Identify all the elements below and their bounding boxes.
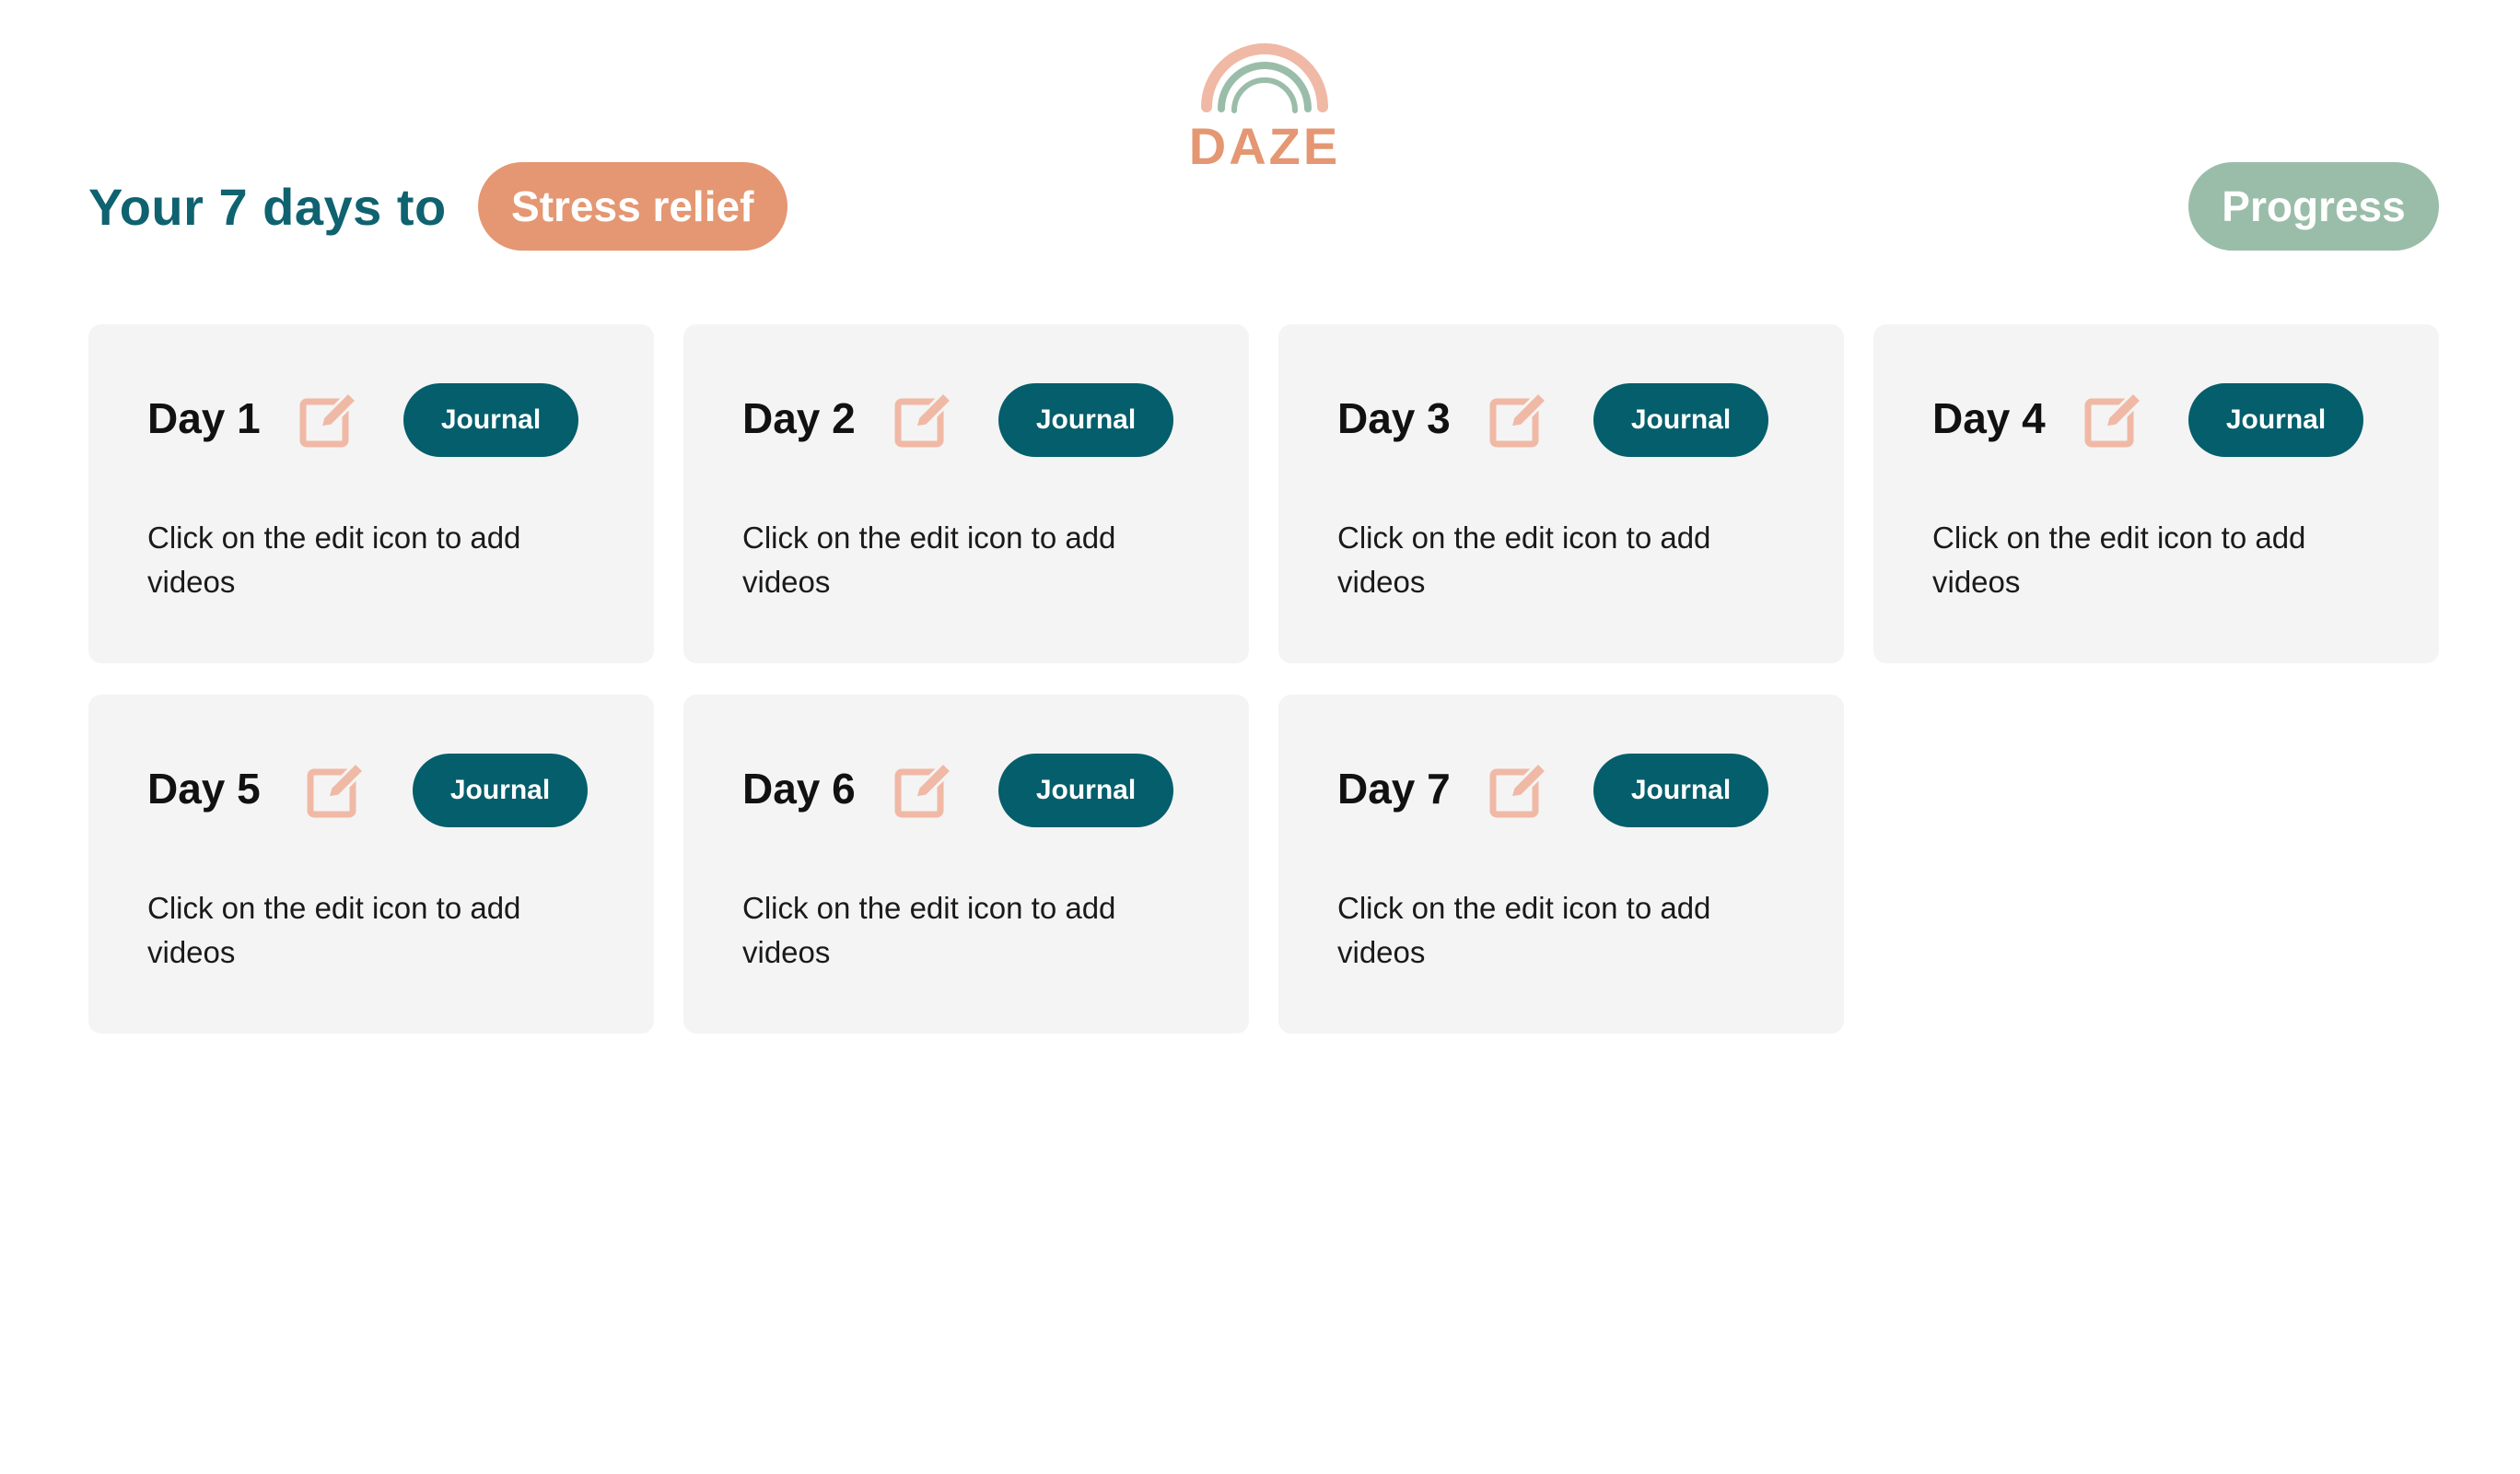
edit-icon[interactable] xyxy=(2083,387,2148,451)
journal-button[interactable]: Journal xyxy=(413,754,588,827)
edit-icon[interactable] xyxy=(306,757,370,822)
daze-logo[interactable]: DAZE xyxy=(1186,35,1343,173)
journal-button[interactable]: Journal xyxy=(1593,754,1768,827)
day-description: Click on the edit icon to add videos xyxy=(742,521,1116,599)
day-description: Click on the edit icon to add videos xyxy=(1337,891,1711,969)
day-card: Day 5 Journal Click on the edit icon to … xyxy=(88,695,654,1034)
page-title: Your 7 days to xyxy=(88,177,447,236)
day-title: Day 2 xyxy=(742,394,856,442)
edit-icon[interactable] xyxy=(893,387,958,451)
day-description: Click on the edit icon to add videos xyxy=(742,891,1116,969)
journal-button[interactable]: Journal xyxy=(998,754,1173,827)
day-title: Day 5 xyxy=(147,765,261,813)
edit-icon[interactable] xyxy=(1488,387,1553,451)
day-title: Day 4 xyxy=(1932,394,2046,442)
day-title: Day 7 xyxy=(1337,765,1451,813)
day-description: Click on the edit icon to add videos xyxy=(1337,521,1711,599)
rainbow-logo-icon: DAZE xyxy=(1189,43,1340,173)
page: DAZE Your 7 days to Stress relief Progre… xyxy=(0,0,2520,1474)
day-card: Day 7 Journal Click on the edit icon to … xyxy=(1278,695,1844,1034)
day-title: Day 1 xyxy=(147,394,261,442)
page-header: Your 7 days to Stress relief xyxy=(88,162,788,251)
day-card: Day 3 Journal Click on the edit icon to … xyxy=(1278,324,1844,663)
days-grid: Day 1 Journal Click on the edit icon to … xyxy=(88,324,2439,1034)
goal-pill[interactable]: Stress relief xyxy=(477,162,788,251)
day-card: Day 4 Journal Click on the edit icon to … xyxy=(1873,324,2439,663)
journal-button[interactable]: Journal xyxy=(403,383,578,457)
progress-button[interactable]: Progress xyxy=(2188,162,2439,251)
edit-icon[interactable] xyxy=(1488,757,1553,822)
day-card: Day 1 Journal Click on the edit icon to … xyxy=(88,324,654,663)
day-description: Click on the edit icon to add videos xyxy=(1932,521,2306,599)
day-title: Day 3 xyxy=(1337,394,1451,442)
journal-button[interactable]: Journal xyxy=(2188,383,2363,457)
journal-button[interactable]: Journal xyxy=(998,383,1173,457)
day-description: Click on the edit icon to add videos xyxy=(147,521,521,599)
day-card: Day 6 Journal Click on the edit icon to … xyxy=(683,695,1249,1034)
edit-icon[interactable] xyxy=(298,387,363,451)
day-card: Day 2 Journal Click on the edit icon to … xyxy=(683,324,1249,663)
edit-icon[interactable] xyxy=(893,757,958,822)
day-title: Day 6 xyxy=(742,765,856,813)
journal-button[interactable]: Journal xyxy=(1593,383,1768,457)
day-description: Click on the edit icon to add videos xyxy=(147,891,521,969)
logo-text: DAZE xyxy=(1189,117,1340,173)
